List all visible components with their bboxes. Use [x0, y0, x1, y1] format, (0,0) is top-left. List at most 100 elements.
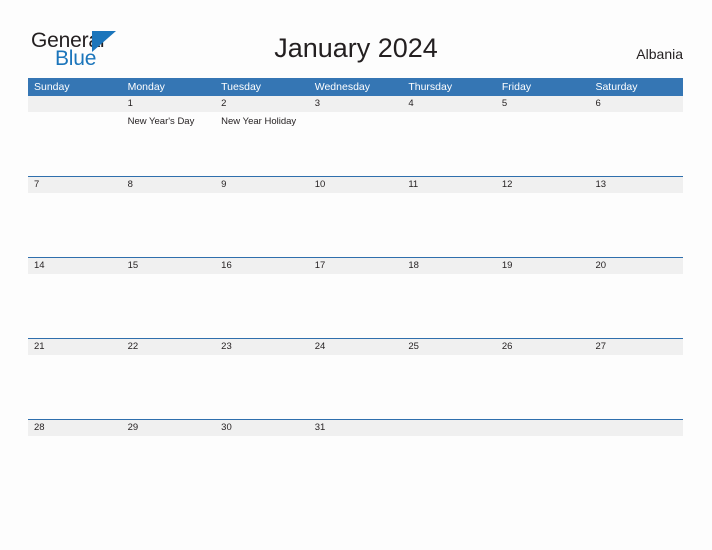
day-number[interactable]: 10 — [309, 177, 403, 193]
page-title: January 2024 — [274, 33, 438, 63]
day-cell[interactable] — [215, 436, 309, 500]
week-row: 21 22 23 24 25 26 27 — [28, 338, 683, 419]
day-number[interactable] — [28, 96, 122, 112]
day-number-band: 14 15 16 17 18 19 20 — [28, 258, 683, 274]
day-number[interactable]: 2 — [215, 96, 309, 112]
day-cell[interactable] — [496, 274, 590, 338]
day-number[interactable]: 5 — [496, 96, 590, 112]
day-cell[interactable] — [589, 436, 683, 500]
day-cell[interactable] — [122, 436, 216, 500]
weekday-header-row: Sunday Monday Tuesday Wednesday Thursday… — [28, 78, 683, 96]
day-number[interactable]: 20 — [589, 258, 683, 274]
day-cell[interactable] — [496, 355, 590, 419]
day-cell[interactable] — [496, 193, 590, 257]
day-number[interactable]: 30 — [215, 420, 309, 436]
weekday-header-monday: Monday — [127, 81, 165, 93]
day-number[interactable]: 7 — [28, 177, 122, 193]
weekday-header-friday: Friday — [501, 81, 532, 93]
day-cell[interactable] — [309, 274, 403, 338]
day-cell[interactable] — [28, 274, 122, 338]
day-cell[interactable]: New Year's Day — [122, 112, 216, 176]
day-events-band — [28, 355, 683, 419]
day-cell[interactable] — [589, 355, 683, 419]
day-number-band: 1 2 3 4 5 6 — [28, 96, 683, 112]
day-number[interactable] — [402, 420, 496, 436]
day-cell[interactable] — [215, 355, 309, 419]
day-cell[interactable] — [215, 193, 309, 257]
day-cell[interactable] — [309, 193, 403, 257]
country-label: Albania — [636, 46, 683, 62]
week-row: 28 29 30 31 — [28, 419, 683, 500]
day-number[interactable]: 25 — [402, 339, 496, 355]
weekday-header-sunday: Sunday — [34, 81, 70, 93]
day-cell[interactable]: New Year Holiday — [215, 112, 309, 176]
event-label: New Year's Day — [127, 116, 195, 127]
day-number-band: 7 8 9 10 11 12 13 — [28, 177, 683, 193]
day-number[interactable]: 9 — [215, 177, 309, 193]
calendar-page: General Blue January 2024 Albania Sunday… — [0, 0, 712, 550]
day-events-band — [28, 193, 683, 257]
day-number[interactable]: 28 — [28, 420, 122, 436]
day-cell[interactable] — [122, 355, 216, 419]
day-number[interactable]: 8 — [122, 177, 216, 193]
day-number[interactable]: 11 — [402, 177, 496, 193]
day-cell[interactable] — [589, 193, 683, 257]
day-number[interactable]: 24 — [309, 339, 403, 355]
day-cell[interactable] — [122, 274, 216, 338]
week-row: 1 2 3 4 5 6 New Year's Day New Year Holi… — [28, 96, 683, 176]
day-events-band — [28, 436, 683, 500]
day-number[interactable]: 3 — [309, 96, 403, 112]
day-number[interactable]: 21 — [28, 339, 122, 355]
day-cell[interactable] — [402, 436, 496, 500]
day-cell[interactable] — [28, 193, 122, 257]
day-cell[interactable] — [496, 112, 590, 176]
day-cell[interactable] — [589, 274, 683, 338]
weekday-header-tuesday: Tuesday — [221, 81, 262, 93]
day-cell[interactable] — [215, 274, 309, 338]
day-number[interactable]: 14 — [28, 258, 122, 274]
day-number[interactable]: 17 — [309, 258, 403, 274]
day-cell[interactable] — [28, 112, 122, 176]
day-number[interactable]: 27 — [589, 339, 683, 355]
day-number[interactable]: 6 — [589, 96, 683, 112]
day-number[interactable]: 16 — [215, 258, 309, 274]
day-number[interactable]: 31 — [309, 420, 403, 436]
day-number[interactable]: 23 — [215, 339, 309, 355]
day-number[interactable]: 1 — [122, 96, 216, 112]
day-cell[interactable] — [402, 112, 496, 176]
day-number[interactable]: 29 — [122, 420, 216, 436]
day-number[interactable]: 4 — [402, 96, 496, 112]
week-row: 14 15 16 17 18 19 20 — [28, 257, 683, 338]
day-number[interactable]: 18 — [402, 258, 496, 274]
day-cell[interactable] — [28, 436, 122, 500]
day-cell[interactable] — [309, 436, 403, 500]
weekday-header-saturday: Saturday — [595, 81, 638, 93]
day-events-band — [28, 274, 683, 338]
day-number[interactable]: 19 — [496, 258, 590, 274]
day-cell[interactable] — [309, 112, 403, 176]
page-header: General Blue January 2024 Albania — [0, 0, 712, 78]
day-number-band: 28 29 30 31 — [28, 420, 683, 436]
day-number[interactable]: 22 — [122, 339, 216, 355]
day-number-band: 21 22 23 24 25 26 27 — [28, 339, 683, 355]
day-number[interactable]: 15 — [122, 258, 216, 274]
day-number[interactable] — [589, 420, 683, 436]
day-cell[interactable] — [589, 112, 683, 176]
day-number[interactable]: 13 — [589, 177, 683, 193]
weekday-header-wednesday: Wednesday — [314, 81, 370, 93]
day-number[interactable] — [496, 420, 590, 436]
day-cell[interactable] — [402, 193, 496, 257]
day-cell[interactable] — [402, 355, 496, 419]
week-row: 7 8 9 10 11 12 13 — [28, 176, 683, 257]
day-cell[interactable] — [309, 355, 403, 419]
calendar-grid: Sunday Monday Tuesday Wednesday Thursday… — [28, 78, 683, 500]
day-number[interactable]: 12 — [496, 177, 590, 193]
day-cell[interactable] — [402, 274, 496, 338]
weekday-header-thursday: Thursday — [408, 81, 453, 93]
day-cell[interactable] — [496, 436, 590, 500]
day-cell[interactable] — [122, 193, 216, 257]
day-events-band: New Year's Day New Year Holiday — [28, 112, 683, 176]
day-cell[interactable] — [28, 355, 122, 419]
day-number[interactable]: 26 — [496, 339, 590, 355]
event-label: New Year Holiday — [221, 116, 297, 127]
